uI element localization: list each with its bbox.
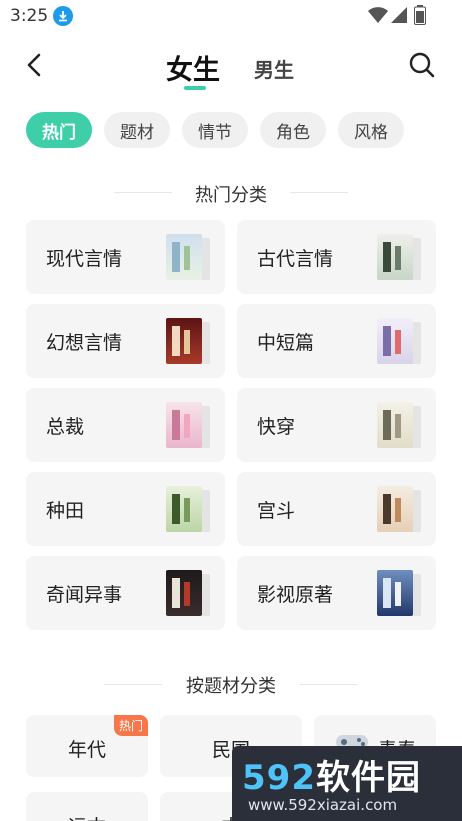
- signal-icon: [391, 7, 407, 23]
- watermark-logo: 592软件园 www.592xiazai.com: [232, 746, 462, 821]
- category-label: 总裁: [46, 416, 85, 438]
- hot-badge: 热门: [113, 715, 148, 736]
- category-card-ancient-romance[interactable]: 古代言情: [237, 220, 436, 294]
- tab-female[interactable]: 女生: [166, 48, 220, 87]
- category-label: 现代言情: [46, 248, 123, 270]
- divider: [290, 192, 348, 193]
- book-cover-image: [166, 234, 202, 280]
- top-nav: 女生 男生: [0, 34, 462, 98]
- status-time: 3:25: [10, 6, 49, 26]
- category-label: 快穿: [257, 416, 296, 438]
- category-card-film-adaptation[interactable]: 影视原著: [237, 556, 436, 630]
- category-card-short-stories[interactable]: 中短篇: [237, 304, 436, 378]
- filter-chip-style[interactable]: 风格: [338, 112, 404, 148]
- book-cover-image: [166, 318, 202, 364]
- watermark-brand: 软件园: [315, 758, 421, 798]
- subject-label: 远古: [26, 812, 148, 821]
- filter-chip-bar: 热门 题材 情节 角色 风格: [26, 112, 404, 148]
- hot-category-grid: 现代言情 古代言情 幻想言情 中短篇 总裁 快穿 种田 宫斗 奇闻异事 影视原著: [26, 220, 436, 630]
- book-cover-image: [377, 486, 413, 532]
- book-cover-image: [166, 486, 202, 532]
- filter-chip-subject[interactable]: 题材: [104, 112, 170, 148]
- category-label: 宫斗: [257, 500, 296, 522]
- subject-card-era[interactable]: 年代 热门: [26, 715, 148, 777]
- wifi-icon: [368, 7, 388, 23]
- download-icon: [53, 6, 73, 26]
- category-label: 幻想言情: [46, 332, 123, 354]
- book-cover-image: [377, 402, 413, 448]
- section-title-hot: 热门分类: [195, 185, 267, 206]
- subject-card-ancient[interactable]: 远古: [26, 792, 148, 821]
- category-label: 影视原著: [257, 584, 334, 606]
- category-card-strange-tales[interactable]: 奇闻异事: [26, 556, 225, 630]
- subject-label: 年代: [67, 739, 106, 761]
- book-cover-image: [377, 318, 413, 364]
- category-card-ceo[interactable]: 总裁: [26, 388, 225, 462]
- category-label: 古代言情: [257, 248, 334, 270]
- tab-male[interactable]: 男生: [254, 54, 294, 83]
- category-label: 中短篇: [257, 332, 315, 354]
- category-card-quick-travel[interactable]: 快穿: [237, 388, 436, 462]
- category-label: 种田: [46, 500, 85, 522]
- category-card-palace-intrigue[interactable]: 宫斗: [237, 472, 436, 546]
- back-arrow-icon[interactable]: [22, 50, 48, 80]
- book-cover-image: [166, 570, 202, 616]
- book-cover-image: [377, 234, 413, 280]
- category-card-fantasy-romance[interactable]: 幻想言情: [26, 304, 225, 378]
- filter-chip-role[interactable]: 角色: [260, 112, 326, 148]
- status-bar: 3:25: [0, 0, 462, 32]
- category-card-farming[interactable]: 种田: [26, 472, 225, 546]
- watermark-url: www.592xiazai.com: [248, 796, 398, 814]
- battery-icon: [414, 5, 426, 25]
- category-label: 奇闻异事: [46, 584, 123, 606]
- category-card-modern-romance[interactable]: 现代言情: [26, 220, 225, 294]
- book-cover-image: [377, 570, 413, 616]
- watermark-number: 592: [242, 758, 316, 798]
- tab-active-indicator: [184, 86, 206, 90]
- filter-chip-hot[interactable]: 热门: [26, 112, 92, 148]
- search-icon[interactable]: [408, 50, 436, 80]
- book-cover-image: [166, 402, 202, 448]
- divider: [300, 684, 358, 685]
- section-title-subject: 按题材分类: [186, 676, 276, 697]
- filter-chip-plot[interactable]: 情节: [182, 112, 248, 148]
